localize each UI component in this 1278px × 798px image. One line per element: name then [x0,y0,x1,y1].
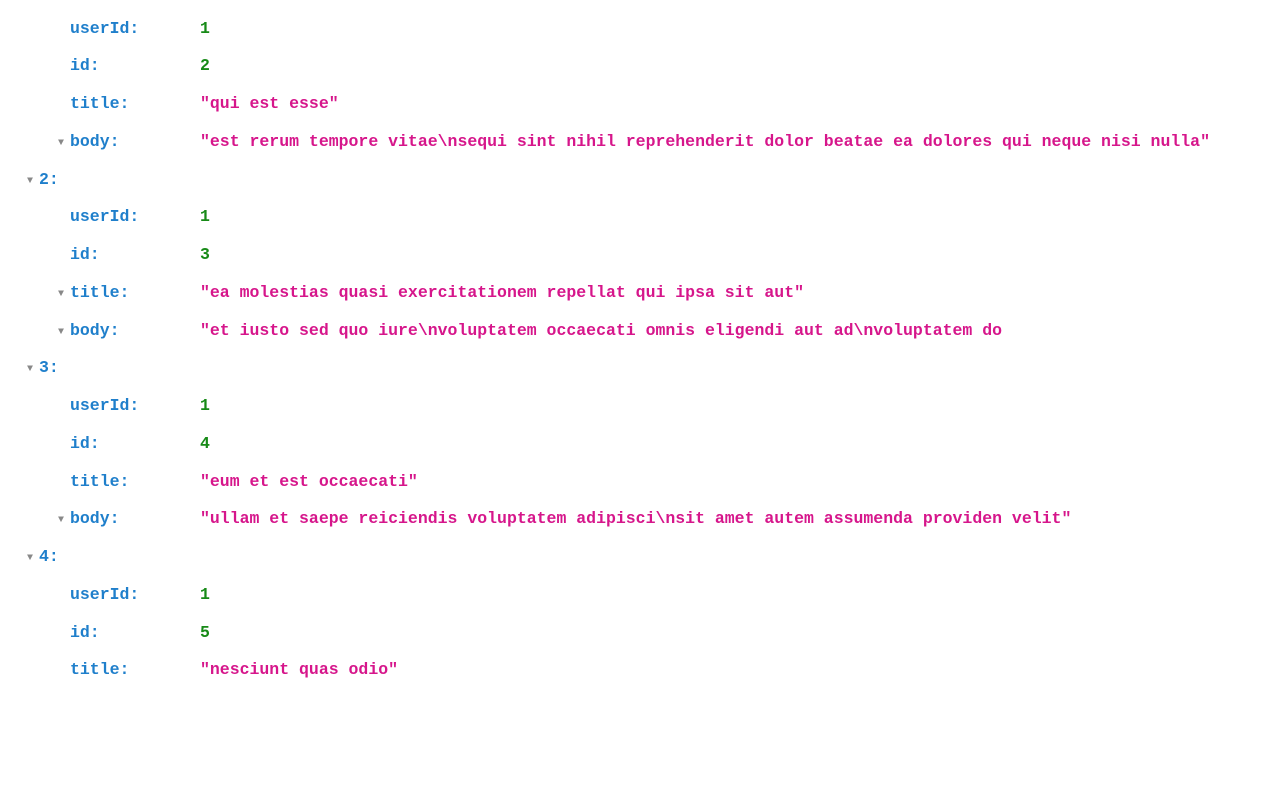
disclosure-triangle-icon[interactable]: ▼ [23,356,37,377]
tree-property-row[interactable]: ▼body:"est rerum tempore vitae\nsequi si… [0,123,1278,161]
tree-property-row[interactable]: title:"nesciunt quas odio" [0,652,1278,690]
value-string: "qui est esse" [200,94,339,113]
property-value: 1 [200,394,1278,419]
disclosure-triangle-icon [54,205,68,211]
property-key: title: [70,92,200,117]
disclosure-triangle-icon [54,621,68,627]
property-key: title: [70,281,200,306]
tree-property-row[interactable]: userId:1 [0,199,1278,237]
tree-property-row[interactable]: title:"eum et est occaecati" [0,463,1278,501]
property-key: id: [70,243,200,268]
value-string: "eum et est occaecati" [200,472,418,491]
value-number: 4 [200,434,210,453]
property-key: id: [70,621,200,646]
disclosure-triangle-icon [54,583,68,589]
property-key: id: [70,432,200,457]
disclosure-triangle-icon[interactable]: ▼ [54,319,68,340]
property-key: userId: [70,394,200,419]
disclosure-triangle-icon[interactable]: ▼ [54,281,68,302]
value-number: 1 [200,19,210,38]
tree-property-row[interactable]: ▼body:"et iusto sed quo iure\nvoluptatem… [0,312,1278,350]
property-key: 3: [39,356,59,381]
property-value: "qui est esse" [200,92,1278,117]
value-number: 3 [200,245,210,264]
property-value: 1 [200,583,1278,608]
property-key: userId: [70,17,200,42]
tree-group-header[interactable]: ▼4: [0,539,1278,577]
tree-group-header[interactable]: ▼2: [0,161,1278,199]
tree-property-row[interactable]: userId:1 [0,388,1278,426]
value-number: 5 [200,623,210,642]
value-string: "ea molestias quasi exercitationem repel… [200,283,804,302]
tree-property-row[interactable]: title:"qui est esse" [0,86,1278,124]
disclosure-triangle-icon [54,658,68,664]
tree-property-row[interactable]: ▼title:"ea molestias quasi exercitatione… [0,274,1278,312]
disclosure-triangle-icon[interactable]: ▼ [23,168,37,189]
value-number: 1 [200,585,210,604]
tree-property-row[interactable]: id:5 [0,614,1278,652]
disclosure-triangle-icon [54,92,68,98]
tree-property-row[interactable]: ▼body:"ullam et saepe reiciendis volupta… [0,501,1278,539]
property-key: 2: [39,168,59,193]
property-value: 1 [200,205,1278,230]
value-string: "est rerum tempore vitae\nsequi sint nih… [200,132,1210,151]
tree-property-row[interactable]: id:3 [0,237,1278,275]
disclosure-triangle-icon [54,470,68,476]
property-key: title: [70,470,200,495]
property-value: 1 [200,17,1278,42]
disclosure-triangle-icon [54,17,68,23]
property-key: userId: [70,583,200,608]
property-value: "eum et est occaecati" [200,470,1278,495]
property-key: body: [70,130,200,155]
property-key: body: [70,507,200,532]
property-value: "et iusto sed quo iure\nvoluptatem occae… [200,319,1278,344]
disclosure-triangle-icon [54,432,68,438]
tree-property-row[interactable]: userId:1 [0,10,1278,48]
value-number: 1 [200,207,210,226]
property-key: body: [70,319,200,344]
tree-property-row[interactable]: id:2 [0,48,1278,86]
disclosure-triangle-icon [54,394,68,400]
property-key: userId: [70,205,200,230]
disclosure-triangle-icon[interactable]: ▼ [54,507,68,528]
disclosure-triangle-icon[interactable]: ▼ [23,545,37,566]
property-value: "nesciunt quas odio" [200,658,1278,683]
value-number: 2 [200,56,210,75]
tree-group-header[interactable]: ▼3: [0,350,1278,388]
json-tree-viewer: userId:1id:2title:"qui est esse"▼body:"e… [0,10,1278,690]
value-string: "nesciunt quas odio" [200,660,398,679]
property-value: "ea molestias quasi exercitationem repel… [200,281,1278,306]
property-value: "ullam et saepe reiciendis voluptatem ad… [200,507,1278,532]
property-key: id: [70,54,200,79]
value-number: 1 [200,396,210,415]
value-string: "et iusto sed quo iure\nvoluptatem occae… [200,321,1002,340]
disclosure-triangle-icon[interactable]: ▼ [54,130,68,151]
property-key: 4: [39,545,59,570]
property-value: "est rerum tempore vitae\nsequi sint nih… [200,130,1278,155]
property-value: 3 [200,243,1278,268]
tree-property-row[interactable]: userId:1 [0,576,1278,614]
value-string: "ullam et saepe reiciendis voluptatem ad… [200,509,1071,528]
property-value: 2 [200,54,1278,79]
disclosure-triangle-icon [54,243,68,249]
property-value: 5 [200,621,1278,646]
property-key: title: [70,658,200,683]
tree-property-row[interactable]: id:4 [0,425,1278,463]
disclosure-triangle-icon [54,54,68,60]
property-value: 4 [200,432,1278,457]
